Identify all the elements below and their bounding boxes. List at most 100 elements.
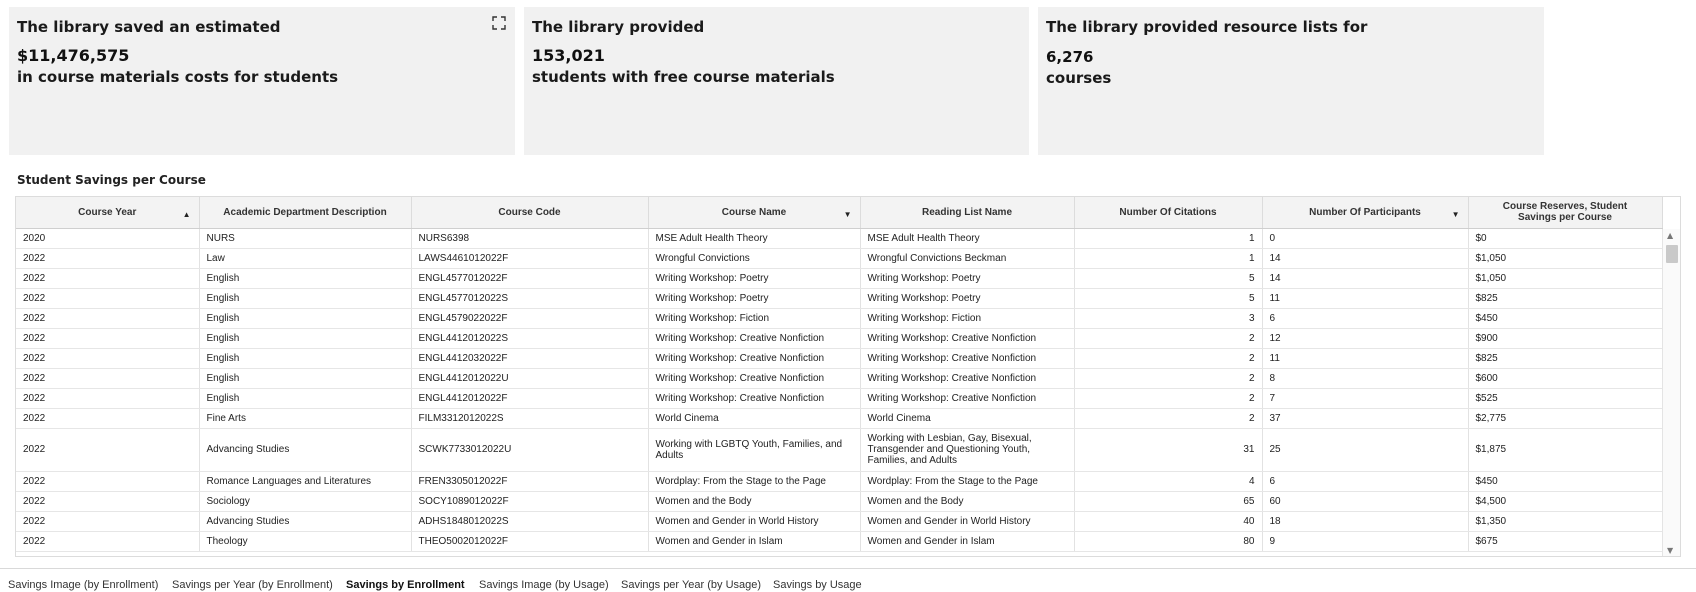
table-row[interactable]: 2022 Fine Arts FILM3312012022S World Cinema… — [16, 408, 1663, 429]
tab-savings-per-year-enrollment[interactable]: Savings per Year (by Enrollment) — [172, 579, 333, 591]
tab-savings-per-year-usage[interactable]: Savings per Year (by Usage) — [621, 579, 761, 591]
table-cell: Writing Workshop: Poetry — [648, 268, 861, 289]
table-cell: 3 — [1074, 308, 1263, 329]
table-cell: English — [199, 268, 412, 289]
table-cell: MSE Adult Health Theory — [860, 228, 1075, 249]
column-header[interactable]: Reading List Name — [860, 197, 1075, 229]
table-cell: $675 — [1468, 531, 1663, 552]
table-cell: English — [199, 308, 412, 329]
table-cell: $4,500 — [1468, 491, 1663, 512]
tab-savings-by-enrollment[interactable]: Savings by Enrollment — [346, 579, 465, 591]
table-cell: 2022 — [16, 368, 200, 389]
table-cell: 1 — [1074, 248, 1263, 269]
table-cell: Wrongful Convictions — [648, 248, 861, 269]
table-row[interactable]: 2022 Advancing Studies ADHS1848012022S Wome… — [16, 511, 1663, 532]
table-row[interactable]: 2022 English ENGL4579022022F Writing Worksh… — [16, 308, 1663, 329]
table-cell: Women and Gender in World History — [648, 511, 861, 532]
table-cell: ENGL4577012022F — [411, 268, 649, 289]
table-header-row: Course Year ▲ Academic Department Descrip… — [16, 197, 1663, 229]
column-header[interactable]: Number Of Citations — [1074, 197, 1263, 229]
table-row[interactable]: 2022 English ENGL4412012022S Writing Worksh… — [16, 328, 1663, 349]
table-cell: ENGL4412032022F — [411, 348, 649, 369]
column-header[interactable]: Academic Department Description — [199, 197, 412, 229]
table-cell: Writing Workshop: Poetry — [648, 288, 861, 309]
table-cell: Writing Workshop: Creative Nonfiction — [648, 368, 861, 389]
table-cell: Advancing Studies — [199, 428, 412, 472]
tab-savings-image-usage[interactable]: Savings Image (by Usage) — [479, 579, 609, 591]
savings-table[interactable]: Course Year ▲ Academic Department Descrip… — [15, 196, 1681, 557]
table-cell: Fine Arts — [199, 408, 412, 429]
scroll-down-icon[interactable]: ▼ — [1667, 546, 1673, 555]
tile-caption: courses — [1046, 69, 1112, 87]
table-row[interactable]: 2022 Romance Languages and Literatures FRE… — [16, 471, 1663, 492]
tile-value: 6,276 — [1046, 48, 1094, 66]
table-cell: 2 — [1074, 328, 1263, 349]
table-cell: Wrongful Convictions Beckman — [860, 248, 1075, 269]
table-row[interactable]: 2022 English ENGL4577012022S Writing Worksh… — [16, 288, 1663, 309]
table-cell: 2022 — [16, 471, 200, 492]
table-cell: $525 — [1468, 388, 1663, 409]
expand-icon[interactable] — [491, 15, 507, 31]
table-row[interactable]: 2022 English ENGL4577012022F Writing Worksh… — [16, 268, 1663, 289]
table-row[interactable]: 2020 NURS NURS6398 MSE Adult Health Theory M… — [16, 228, 1663, 249]
table-cell: $1,050 — [1468, 268, 1663, 289]
table-cell: Writing Workshop: Creative Nonfiction — [648, 328, 861, 349]
table-cell: $825 — [1468, 348, 1663, 369]
table-cell: Advancing Studies — [199, 511, 412, 532]
table-cell: 2022 — [16, 268, 200, 289]
tab-savings-image-enrollment[interactable]: Savings Image (by Enrollment) — [8, 579, 158, 591]
table-cell: 5 — [1074, 268, 1263, 289]
scroll-up-icon[interactable]: ▲ — [1667, 231, 1673, 240]
table-cell: LAWS4461012022F — [411, 248, 649, 269]
table-cell: Romance Languages and Literatures — [199, 471, 412, 492]
sort-asc-icon[interactable]: ▲ — [183, 209, 191, 220]
table-cell: Writing Workshop: Poetry — [860, 288, 1075, 309]
table-cell: 2 — [1074, 408, 1263, 429]
column-header[interactable]: Course Code — [411, 197, 649, 229]
scrollbar-thumb[interactable] — [1666, 245, 1678, 263]
table-cell: NURS6398 — [411, 228, 649, 249]
table-cell: 2022 — [16, 531, 200, 552]
table-cell: $1,050 — [1468, 248, 1663, 269]
table-cell: ENGL4412012022S — [411, 328, 649, 349]
column-header[interactable]: Course Reserves, Student Savings per Cou… — [1468, 197, 1663, 229]
table-cell: Writing Workshop: Poetry — [860, 268, 1075, 289]
column-header[interactable]: Course Year ▲ — [16, 197, 200, 229]
table-cell: $2,775 — [1468, 408, 1663, 429]
column-header[interactable]: Course Name ▼ — [648, 197, 861, 229]
table-cell: Writing Workshop: Fiction — [648, 308, 861, 329]
table-cell: $600 — [1468, 368, 1663, 389]
column-header[interactable]: Number Of Participants ▼ — [1262, 197, 1469, 229]
tab-savings-by-usage[interactable]: Savings by Usage — [773, 579, 862, 591]
table-cell: 2022 — [16, 348, 200, 369]
table-cell: 2 — [1074, 348, 1263, 369]
section-title: Student Savings per Course — [17, 173, 206, 187]
table-cell: English — [199, 388, 412, 409]
table-cell: THEO5002012022F — [411, 531, 649, 552]
table-cell: 14 — [1262, 248, 1469, 269]
vertical-scrollbar[interactable]: ▲ ▼ — [1662, 229, 1680, 556]
table-row[interactable]: 2022 English ENGL4412032022F Writing Worksh… — [16, 348, 1663, 369]
table-cell: ENGL4412012022U — [411, 368, 649, 389]
table-cell: English — [199, 328, 412, 349]
sort-desc-icon[interactable]: ▼ — [1452, 209, 1460, 220]
table-cell: 2022 — [16, 388, 200, 409]
table-cell: 6 — [1262, 471, 1469, 492]
table-cell: FILM3312012022S — [411, 408, 649, 429]
table-cell: 14 — [1262, 268, 1469, 289]
table-row[interactable]: 2022 Sociology SOCY1089012022F Women and th… — [16, 491, 1663, 512]
tile-heading: The library saved an estimated — [17, 18, 281, 36]
table-row[interactable]: 2022 English ENGL4412012022F Writing Worksh… — [16, 388, 1663, 409]
sort-desc-icon[interactable]: ▼ — [844, 209, 852, 220]
table-cell: ENGL4579022022F — [411, 308, 649, 329]
table-cell: $1,350 — [1468, 511, 1663, 532]
table-row[interactable]: 2022 Theology THEO5002012022F Women and Gen… — [16, 531, 1663, 552]
table-row[interactable]: 2022 Advancing Studies SCWK7733012022U Work… — [16, 428, 1663, 472]
table-cell: Women and Gender in World History — [860, 511, 1075, 532]
table-cell: Women and the Body — [648, 491, 861, 512]
table-cell: FREN3305012022F — [411, 471, 649, 492]
savings-tile: The library saved an estimated $11,476,5… — [9, 7, 515, 155]
table-row[interactable]: 2022 Law LAWS4461012022F Wrongful Convictio… — [16, 248, 1663, 269]
table-cell: 9 — [1262, 531, 1469, 552]
table-row[interactable]: 2022 English ENGL4412012022U Writing Worksh… — [16, 368, 1663, 389]
